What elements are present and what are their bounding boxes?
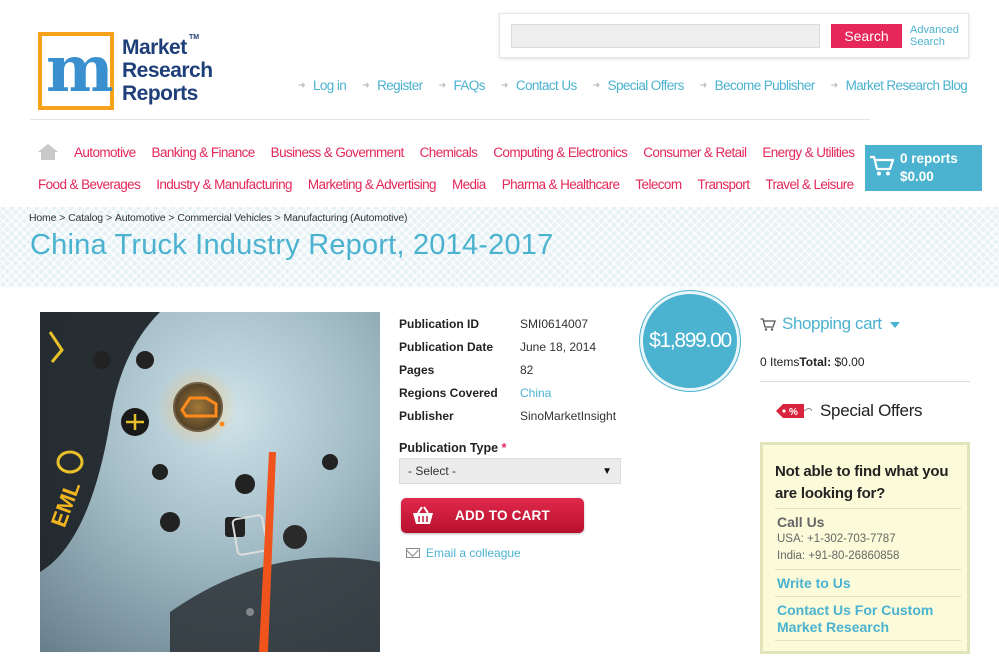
email-colleague-link[interactable]: Email a colleague xyxy=(406,546,521,560)
arrow-icon: ➜ xyxy=(362,79,370,90)
write-to-us-link[interactable]: Write to Us xyxy=(777,575,961,592)
category-transport[interactable]: Transport xyxy=(697,177,749,192)
svg-text:%: % xyxy=(789,407,798,418)
cart-icon xyxy=(760,317,776,331)
detail-publication-id: Publication ID SMI0614007 xyxy=(399,316,589,331)
top-nav: ➜ Log in ➜ Register ➜ FAQs ➜ Contact Us ➜ Spe… xyxy=(298,76,968,94)
category-travel-leisure[interactable]: Travel & Leisure xyxy=(765,177,854,192)
header-cart-summary: 0 reports $0.00 xyxy=(900,150,958,186)
breadcrumb-manufacturing[interactable]: Manufacturing (Automotive) xyxy=(284,212,408,224)
nav-special-offers[interactable]: ➜ Special Offers xyxy=(592,76,685,94)
category-chemicals[interactable]: Chemicals xyxy=(420,145,478,160)
category-industry-manufacturing[interactable]: Industry & Manufacturing xyxy=(156,177,292,192)
arrow-icon: ➜ xyxy=(298,79,306,90)
shopping-cart-toggle[interactable]: Shopping cart xyxy=(760,314,900,334)
category-consumer-retail[interactable]: Consumer & Retail xyxy=(643,145,747,160)
cart-icon xyxy=(870,155,895,176)
nav-register[interactable]: ➜ Register xyxy=(362,76,423,94)
category-media[interactable]: Media xyxy=(452,177,486,192)
envelope-icon xyxy=(406,548,420,558)
header-divider xyxy=(30,119,870,120)
phone-usa: USA: +1-302-703-7787 xyxy=(777,533,896,545)
breadcrumb: Home > Catalog > Automotive > Commercial Vehic… xyxy=(29,212,408,224)
breadcrumb-automotive[interactable]: Automotive xyxy=(115,212,166,224)
detail-regions-covered: Regions Covered China xyxy=(399,385,552,400)
detail-publisher: Publisher SinoMarketInsight xyxy=(399,408,617,423)
dropdown-caret-icon: ▼ xyxy=(602,465,612,477)
category-marketing-advertising[interactable]: Marketing & Advertising xyxy=(308,177,437,192)
publication-type-select[interactable]: - Select - ▼ xyxy=(399,458,621,484)
category-computing-electronics[interactable]: Computing & Electronics xyxy=(493,145,628,160)
contact-custom-research-link[interactable]: Contact Us For Custom Market Research xyxy=(777,602,961,636)
nav-faqs[interactable]: ➜ FAQs xyxy=(438,76,486,94)
category-nav-row-2: Food & Beverages Industry & Manufacturin… xyxy=(38,177,854,192)
detail-publication-date: Publication Date June 18, 2014 xyxy=(399,339,597,354)
search-box: Search Advanced Search xyxy=(499,13,969,58)
help-box: Not able to find what you are looking fo… xyxy=(760,442,970,654)
arrow-icon: ➜ xyxy=(592,79,601,90)
header-cart-total: $0.00 xyxy=(900,169,934,184)
chevron-down-icon xyxy=(889,322,900,328)
phone-india: India: +91-80-26860858 xyxy=(777,550,900,562)
advanced-search-link[interactable]: Advanced Search xyxy=(910,24,970,48)
category-food-beverages[interactable]: Food & Beverages xyxy=(38,177,141,192)
nav-market-research-blog[interactable]: ➜ Market Research Blog xyxy=(831,76,968,94)
logo-text: Market Research Reports xyxy=(122,36,213,105)
detail-pages: Pages 82 xyxy=(399,362,534,377)
sidebar-divider xyxy=(760,381,970,382)
nav-log-in[interactable]: ➜ Log in xyxy=(298,76,347,94)
cart-summary: 0 ItemsTotal: $0.00 xyxy=(760,355,865,369)
required-mark: * xyxy=(501,441,507,455)
header-cart-button[interactable]: 0 reports $0.00 xyxy=(865,145,982,191)
help-title: Not able to find what you are looking fo… xyxy=(775,463,949,502)
site-logo[interactable]: m Market Research Reports TM xyxy=(38,32,213,112)
basket-icon xyxy=(401,498,445,533)
arrow-icon: ➜ xyxy=(500,79,509,90)
page-title: China Truck Industry Report, 2014-2017 xyxy=(30,229,554,261)
header-cart-reports: 0 reports xyxy=(900,151,958,166)
category-pharma-healthcare[interactable]: Pharma & Healthcare xyxy=(502,177,620,192)
category-telecom[interactable]: Telecom xyxy=(635,177,682,192)
call-us-section: Call Us USA: +1-302-703-7787 India: +91-… xyxy=(775,509,961,570)
nav-become-publisher[interactable]: ➜ Become Publisher xyxy=(699,76,816,94)
logo-trademark: TM xyxy=(189,34,200,41)
category-nav-row-1: Automotive Banking & Finance Business & … xyxy=(74,145,855,160)
category-banking-finance[interactable]: Banking & Finance xyxy=(152,145,256,160)
arrow-icon: ➜ xyxy=(830,79,839,90)
nav-contact-us[interactable]: ➜ Contact Us xyxy=(501,76,577,94)
search-button[interactable]: Search xyxy=(831,24,902,48)
category-business-government[interactable]: Business & Government xyxy=(271,145,405,160)
search-input[interactable] xyxy=(511,24,820,48)
price-badge: $1,899.00 xyxy=(640,291,740,391)
logo-mark: m xyxy=(38,32,114,110)
category-energy-utilities[interactable]: Energy & Utilities xyxy=(762,145,855,160)
category-automotive[interactable]: Automotive xyxy=(74,145,136,160)
product-image: EML xyxy=(40,312,380,652)
add-to-cart-button[interactable]: ADD TO CART xyxy=(401,498,584,533)
breadcrumb-home[interactable]: Home xyxy=(29,212,56,224)
arrow-icon: ➜ xyxy=(438,79,447,90)
breadcrumb-commercial-vehicles[interactable]: Commercial Vehicles xyxy=(177,212,271,224)
region-link[interactable]: China xyxy=(520,386,551,400)
arrow-icon: ➜ xyxy=(699,79,708,90)
publication-type-label: Publication Type * xyxy=(399,441,507,455)
breadcrumb-catalog[interactable]: Catalog xyxy=(68,212,103,224)
price-tag-icon: % xyxy=(776,404,812,418)
home-icon[interactable] xyxy=(38,144,58,160)
call-us-title: Call Us xyxy=(777,514,825,530)
special-offers-link[interactable]: % Special Offers xyxy=(774,401,923,421)
publication-details: Publication ID SMI0614007 Publication Da… xyxy=(399,312,616,427)
